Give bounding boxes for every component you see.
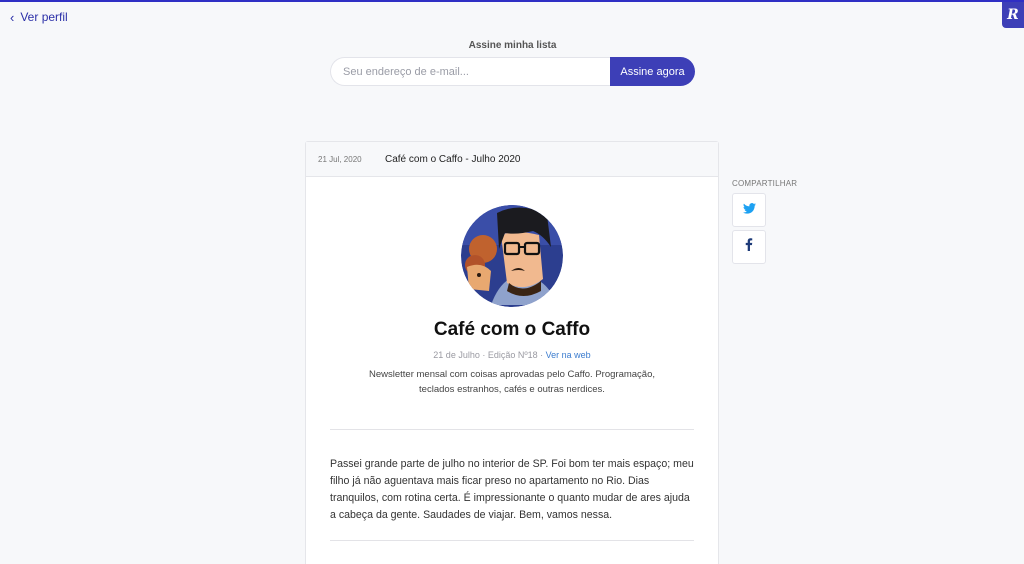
divider <box>330 540 694 541</box>
subscribe-form: Assine agora <box>330 57 695 86</box>
issue-header-title: Café com o Caffo - Julho 2020 <box>385 153 521 165</box>
back-to-profile-link[interactable]: ‹ Ver perfil <box>10 10 68 24</box>
issue-meta: 21 de Julho · Edição Nº18 · Ver na web <box>306 350 718 360</box>
subscribe-label: Assine minha lista <box>468 40 557 51</box>
issue-meta-text: 21 de Julho · Edição Nº18 · <box>433 350 546 360</box>
email-input[interactable] <box>330 57 610 86</box>
facebook-icon <box>745 238 753 256</box>
share-twitter-button[interactable] <box>732 193 766 227</box>
subscribe-button[interactable]: Assine agora <box>610 57 695 86</box>
brand-badge-letter: R <box>1007 7 1019 23</box>
share-panel: COMPARTILHAR <box>732 179 797 267</box>
newsletter-title: Café com o Caffo <box>433 319 591 340</box>
brand-badge[interactable]: R <box>1002 2 1024 28</box>
view-on-web-link[interactable]: Ver na web <box>546 350 591 360</box>
newsletter-description: Newsletter mensal com coisas aprovadas p… <box>368 369 656 395</box>
share-facebook-button[interactable] <box>732 230 766 264</box>
twitter-icon <box>742 201 756 219</box>
author-avatar <box>461 205 563 307</box>
issue-card: 21 Jul, 2020 Café com o Caffo - Julho 20… <box>305 141 719 564</box>
chevron-left-icon: ‹ <box>10 9 15 25</box>
issue-card-header: 21 Jul, 2020 Café com o Caffo - Julho 20… <box>306 142 718 177</box>
issue-date: 21 Jul, 2020 <box>318 154 362 164</box>
divider <box>330 429 694 430</box>
share-label: COMPARTILHAR <box>732 179 798 188</box>
subscribe-section: Assine minha lista Assine agora <box>330 40 695 86</box>
back-link-label: Ver perfil <box>20 10 68 24</box>
issue-body-paragraph: Passei grande parte de julho no interior… <box>330 458 694 521</box>
